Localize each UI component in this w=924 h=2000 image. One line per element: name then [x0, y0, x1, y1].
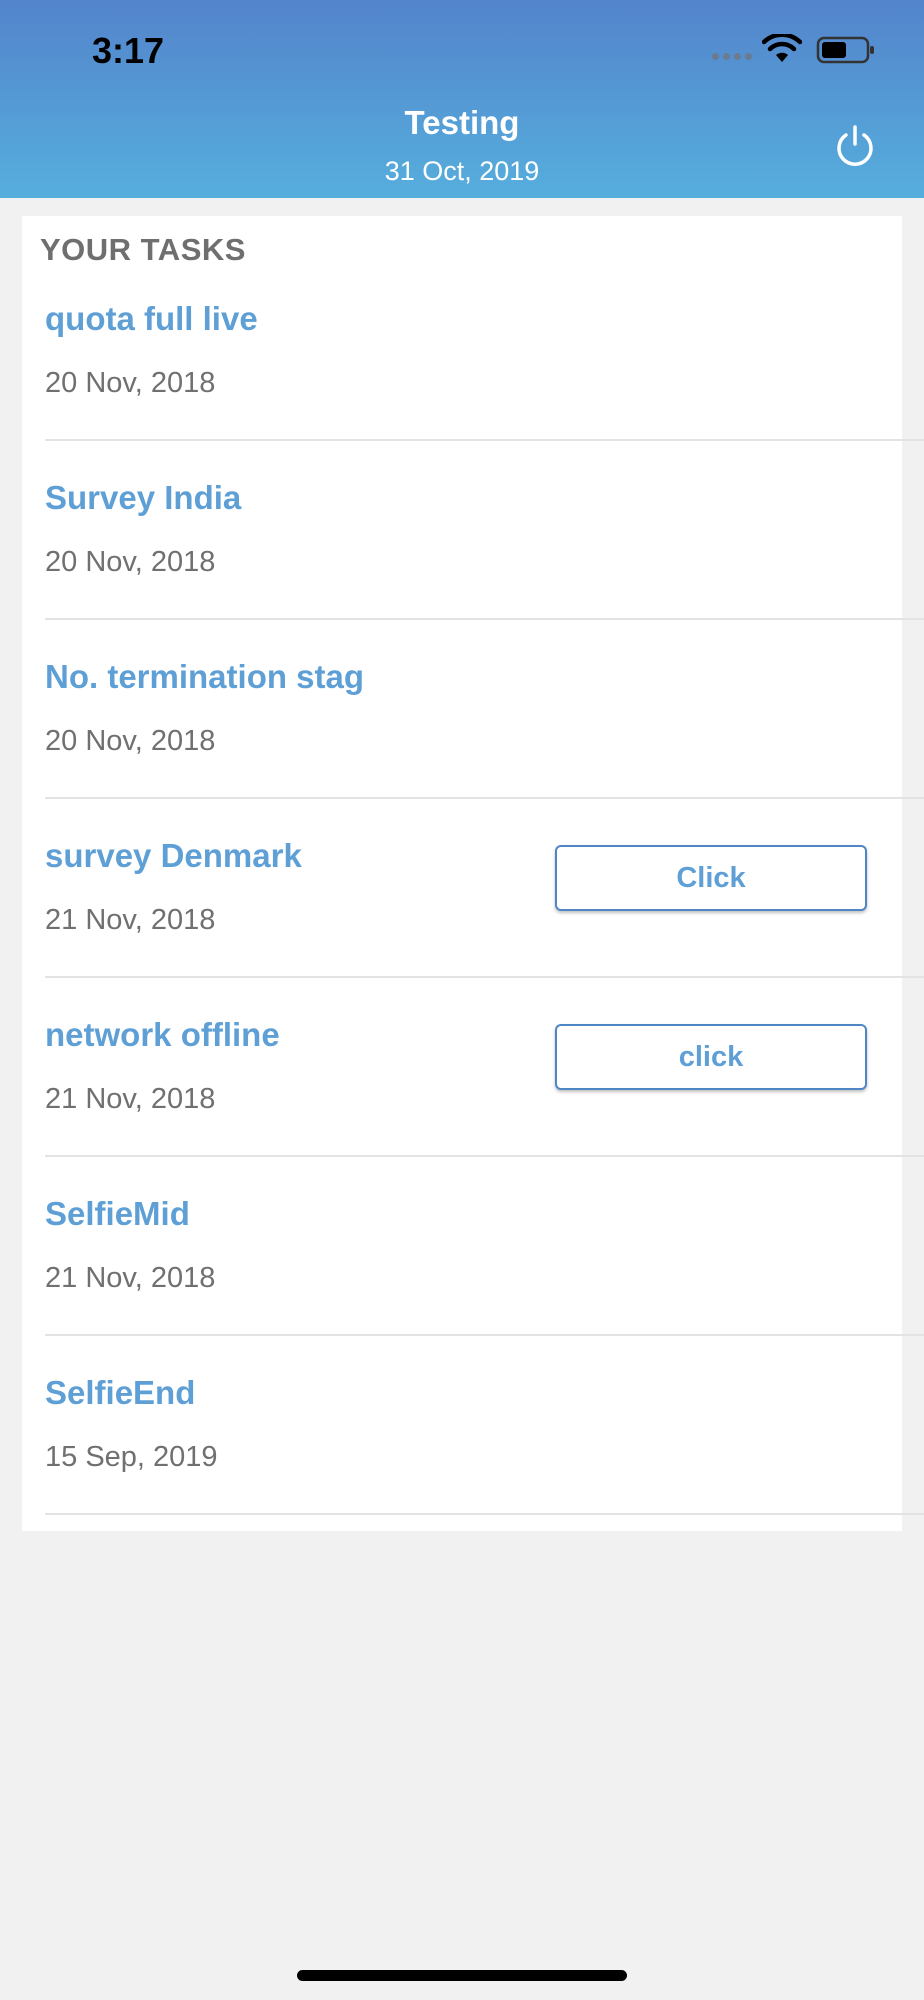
task-date: 21 Nov, 2018 — [45, 904, 216, 936]
click-button[interactable]: Click — [555, 845, 867, 911]
task-date: 20 Nov, 2018 — [45, 367, 216, 399]
task-date: 20 Nov, 2018 — [45, 546, 216, 578]
task-date: 15 Sep, 2019 — [45, 1441, 218, 1473]
task-title: Survey India — [45, 479, 242, 516]
task-item[interactable]: quota full live 20 Nov, 2018 — [22, 262, 924, 441]
task-title: survey Denmark — [45, 837, 302, 874]
task-date: 20 Nov, 2018 — [45, 725, 216, 757]
task-item[interactable]: SelfieEnd 15 Sep, 2019 — [22, 1336, 924, 1515]
task-title: SelfieMid — [45, 1195, 190, 1232]
task-item[interactable]: survey Denmark 21 Nov, 2018 Click — [22, 799, 924, 978]
wifi-icon — [762, 34, 802, 62]
task-title: No. termination stag — [45, 658, 365, 695]
page-title: Testing — [404, 104, 520, 141]
power-icon[interactable] — [834, 124, 876, 168]
task-item[interactable]: network offline 21 Nov, 2018 click — [22, 978, 924, 1157]
click-button[interactable]: click — [555, 1024, 867, 1090]
divider — [45, 1513, 924, 1515]
task-title: quota full live — [45, 300, 258, 337]
task-title: network offline — [45, 1016, 280, 1053]
app-header: 3:17 Testing 31 Oct, 2019 — [0, 0, 924, 198]
cellular-signal-icon — [712, 53, 752, 60]
task-date: 21 Nov, 2018 — [45, 1083, 216, 1115]
task-item[interactable]: SelfieMid 21 Nov, 2018 — [22, 1157, 924, 1336]
tasks-card: YOUR TASKS quota full live 20 Nov, 2018 … — [22, 216, 924, 1531]
battery-icon — [816, 36, 874, 64]
task-item[interactable]: No. termination stag 20 Nov, 2018 — [22, 620, 924, 799]
status-time: 3:17 — [92, 30, 165, 71]
task-date: 21 Nov, 2018 — [45, 1262, 216, 1294]
home-indicator[interactable] — [297, 1970, 627, 1981]
header-date: 31 Oct, 2019 — [384, 156, 540, 186]
task-title: SelfieEnd — [45, 1374, 196, 1411]
task-item[interactable]: Survey India 20 Nov, 2018 — [22, 441, 924, 620]
